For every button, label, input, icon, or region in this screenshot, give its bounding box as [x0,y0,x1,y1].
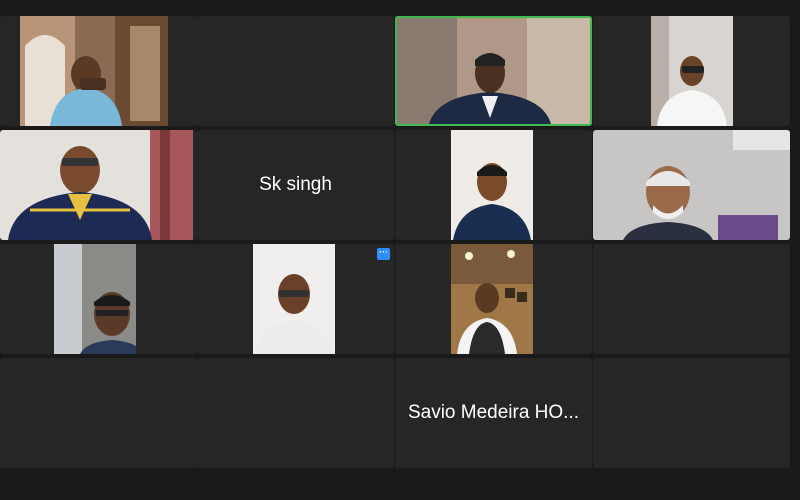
participant-name: Savio Medeira HO... [407,402,580,423]
participant-image [0,130,193,240]
participant-video [451,244,533,354]
participant-image [397,18,590,124]
video-tile-active-speaker[interactable] [395,16,592,126]
participant-image [54,244,136,354]
video-tile[interactable] [197,358,394,468]
participant-image [253,244,335,354]
video-tile[interactable]: ··· [197,244,394,354]
video-tile[interactable]: Savio Medeira HO... [395,358,592,468]
participant-image [20,16,168,126]
participant-video [0,130,193,240]
participant-video [20,16,168,126]
video-tile[interactable] [593,358,790,468]
participant-video [253,244,335,354]
video-tile[interactable] [395,244,592,354]
video-tile[interactable] [0,244,197,354]
participant-video [397,18,590,124]
video-tile[interactable] [593,16,790,126]
video-tile[interactable] [0,16,197,126]
participant-image [451,244,533,354]
video-tile[interactable] [0,130,197,240]
video-tile[interactable] [395,130,592,240]
more-options-button[interactable]: ··· [377,248,390,260]
participant-image [451,130,533,240]
video-gallery: Sk singh ··· Savio Medeira HO... [0,0,800,500]
video-tile[interactable] [0,358,197,468]
participant-video [54,244,136,354]
participant-video [593,130,790,240]
video-tile[interactable] [593,244,790,354]
participant-video [451,130,533,240]
participant-name: Sk singh [259,174,332,195]
participant-image [593,130,790,240]
video-tile[interactable]: Sk singh [197,130,394,240]
video-tile[interactable] [197,16,394,126]
video-tile[interactable] [593,130,790,240]
participant-video [651,16,733,126]
participant-image [651,16,733,126]
